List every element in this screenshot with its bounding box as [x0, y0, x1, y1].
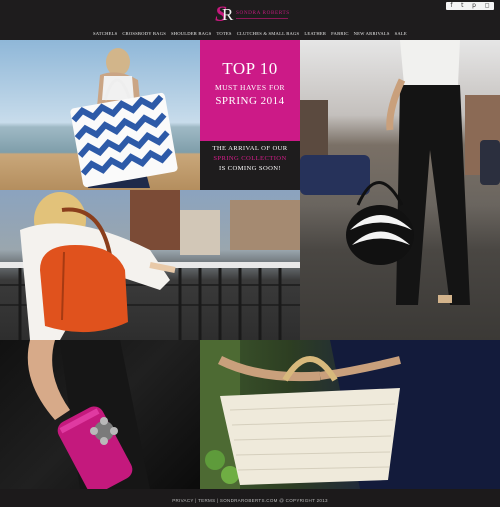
nav-fabric[interactable]: FABRIC — [331, 30, 348, 38]
nav-totes[interactable]: TOTES — [216, 30, 231, 38]
pinterest-icon[interactable]: p — [472, 3, 476, 9]
promo-sub-line2: SPRING COLLECTION — [213, 155, 287, 162]
promo-sub-line1: THE ARRIVAL OF OUR — [212, 145, 288, 152]
nav-shoulder-bags[interactable]: SHOULDER BAGS — [171, 30, 212, 38]
white-woven-bag-illustration — [200, 340, 500, 489]
promo-subtitle: MUST HAVES FOR — [214, 83, 286, 92]
pink-clutch-illustration — [27, 340, 150, 489]
promo-announcement: THE ARRIVAL OF OUR SPRING COLLECTION IS … — [200, 144, 300, 174]
promo-season: SPRING 2014 — [215, 95, 285, 107]
tote-beach-photo[interactable] — [0, 40, 200, 190]
orange-satchel-illustration — [0, 190, 300, 340]
nav-crossbody-bags[interactable]: CROSSBODY BAGS — [122, 30, 166, 38]
brand-logo[interactable]: S R SONDRA ROBERTS — [213, 1, 290, 27]
nav-new-arrivals[interactable]: NEW ARRIVALS — [354, 30, 390, 38]
tote-beach-illustration — [70, 48, 178, 188]
main-nav: SATCHELS CROSSBODY BAGS SHOULDER BAGS TO… — [0, 30, 500, 38]
spring-promo-banner[interactable]: TOP 10 MUST HAVES FOR SPRING 2014 THE AR… — [200, 40, 300, 190]
striped-hobo-illustration — [300, 40, 500, 305]
logo-divider — [236, 18, 288, 19]
pink-clutch-photo[interactable] — [0, 340, 200, 489]
twitter-icon[interactable]: t — [461, 3, 463, 9]
nav-sale[interactable]: SALE — [395, 30, 407, 38]
promo-title: TOP 10 — [222, 59, 278, 78]
nav-leather[interactable]: LEATHER — [304, 30, 326, 38]
site-footer: PRIVACY | TERMS | SONDRAROBERTS.COM @ CO… — [0, 489, 500, 503]
promo-headline-block: TOP 10 MUST HAVES FOR SPRING 2014 — [200, 40, 300, 141]
nav-clutches-small-bags[interactable]: CLUTCHES & SMALL BAGS — [237, 30, 300, 38]
utility-icons: f t p ◻ — [446, 2, 494, 10]
promo-sub-line3: IS COMING SOON! — [218, 165, 282, 172]
logo-monogram-r: R — [222, 5, 234, 24]
orange-satchel-photo[interactable] — [0, 190, 300, 340]
striped-hobo-street-photo[interactable] — [300, 40, 500, 340]
white-woven-bag-photo[interactable] — [200, 340, 500, 489]
logo-monogram: S R — [213, 1, 235, 27]
instagram-icon[interactable]: ◻ — [485, 3, 490, 9]
site-header: S R SONDRA ROBERTS f t p ◻ SATCHELS CROS… — [0, 0, 500, 40]
nav-satchels[interactable]: SATCHELS — [93, 30, 117, 38]
brand-name: SONDRA ROBERTS — [236, 10, 290, 16]
facebook-icon[interactable]: f — [450, 3, 452, 9]
